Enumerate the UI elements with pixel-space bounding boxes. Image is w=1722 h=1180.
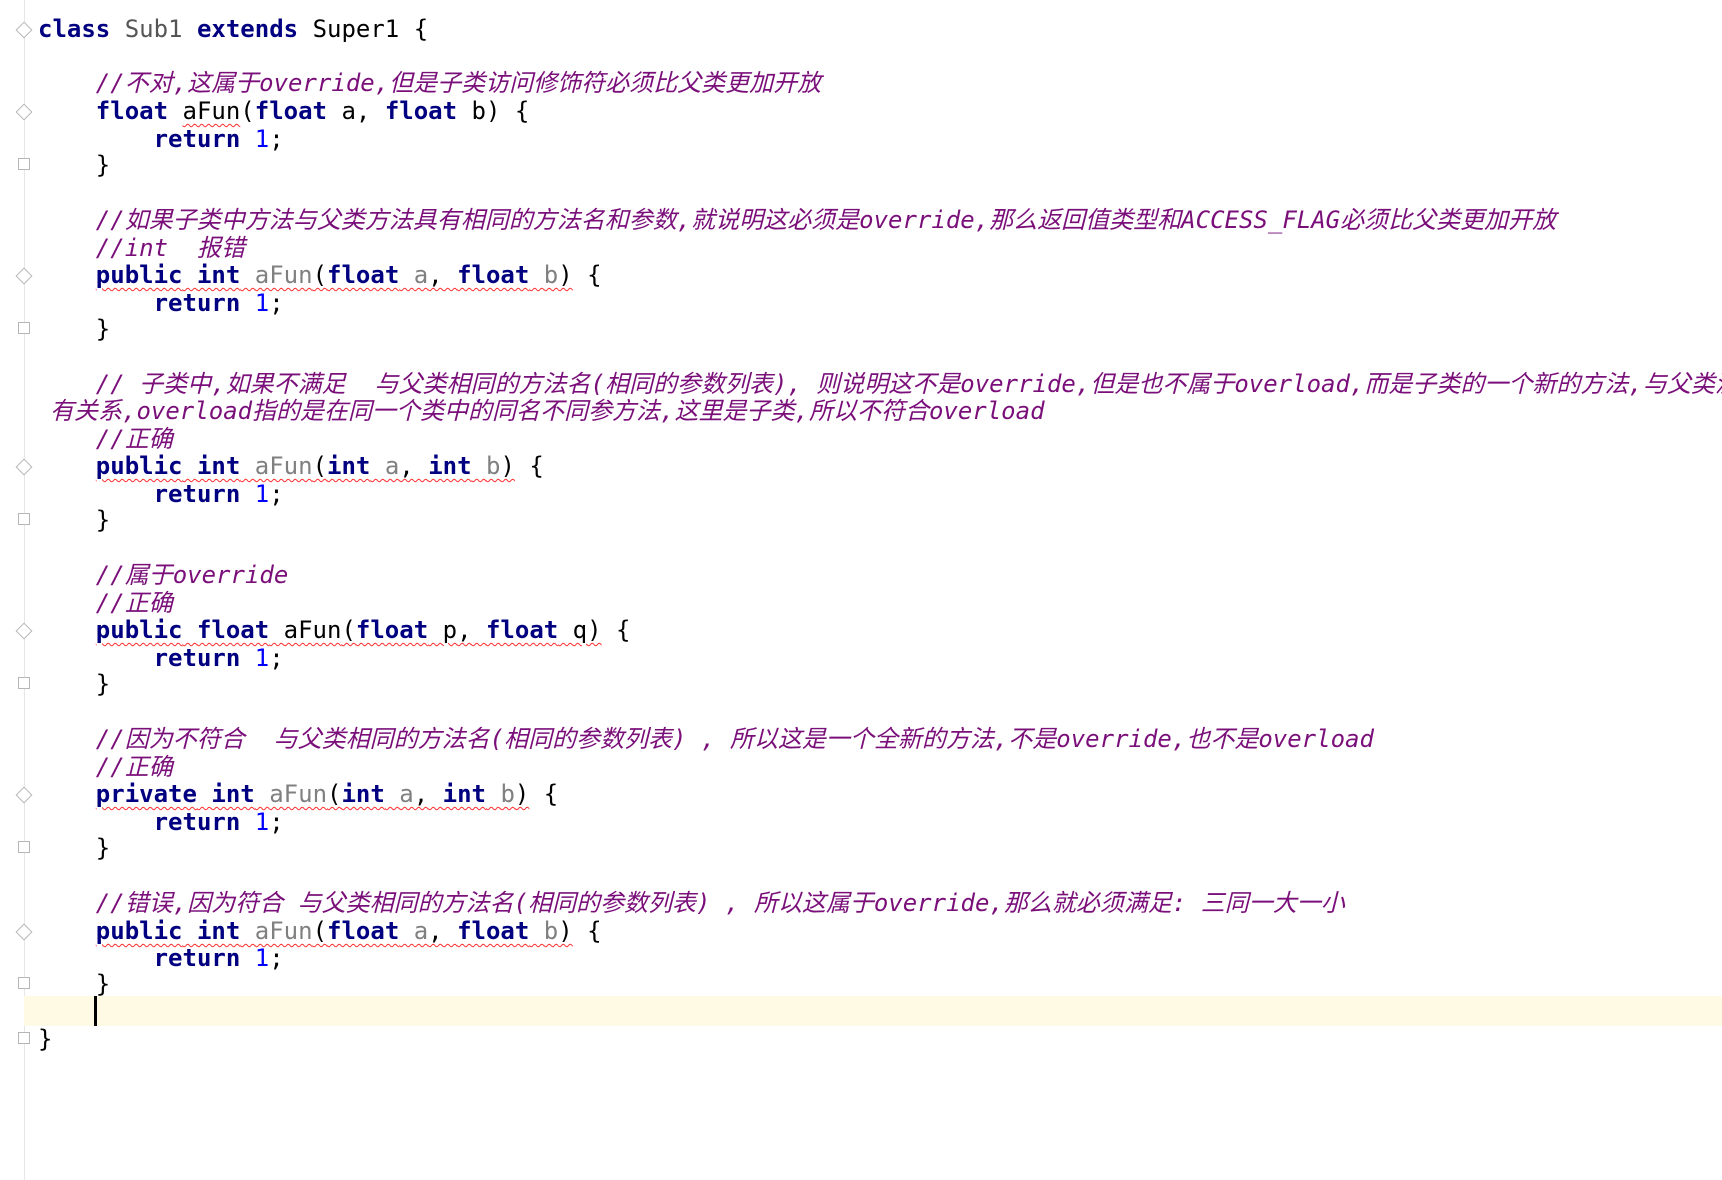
code-comment: //如果子类中方法与父类方法具有相同的方法名和参数,就说明这必须是overrid… [95, 206, 1557, 234]
code-line: } [95, 151, 111, 179]
code-comment: //因为不符合 与父类相同的方法名(相同的参数列表) , 所以这是一个全新的方法… [95, 725, 1374, 753]
text-caret [94, 996, 97, 1026]
code-comment: 有关系,overload指的是在同一个类中的同名不同参方法,这里是子类,所以不符… [50, 397, 1045, 425]
fold-end-icon[interactable] [18, 513, 30, 525]
code-line: class Sub1 extends Super1 { [38, 15, 429, 43]
fold-end-icon[interactable] [18, 677, 30, 689]
fold-end-icon[interactable] [18, 977, 30, 989]
code-line: public int aFun(int a, int b) { [95, 452, 544, 480]
code-line: public int aFun(float a, float b) { [95, 261, 602, 289]
code-line: private int aFun(int a, int b) { [95, 780, 559, 808]
code-line: } [95, 670, 111, 698]
code-comment: //不对,这属于override,但是子类访问修饰符必须比父类更加开放 [95, 69, 822, 97]
code-comment: //属于override [95, 561, 289, 589]
code-comment: //int 报错 [95, 234, 245, 262]
code-comment: // 子类中,如果不满足 与父类相同的方法名(相同的参数列表), 则说明这不是o… [95, 370, 1722, 398]
code-editor[interactable]: class Sub1 extends Super1 { //不对,这属于over… [0, 0, 1722, 1180]
code-line: } [95, 315, 111, 343]
fold-end-icon[interactable] [18, 322, 30, 334]
code-line: float aFun(float a, float b) { [95, 97, 530, 125]
code-line: } [95, 970, 111, 998]
code-comment: //错误,因为符合 与父类相同的方法名(相同的参数列表) , 所以这属于over… [95, 889, 1345, 917]
code-area[interactable]: class Sub1 extends Super1 { //不对,这属于over… [0, 0, 1722, 1180]
code-comment: //正确 [95, 753, 173, 781]
code-comment: //正确 [95, 425, 173, 453]
code-line: public float aFun(float p, float q) { [95, 616, 631, 644]
code-line: public int aFun(float a, float b) { [95, 917, 602, 945]
code-line: } [38, 1025, 53, 1053]
fold-end-icon[interactable] [18, 1032, 30, 1044]
code-comment: //正确 [95, 589, 173, 617]
code-line: } [95, 506, 111, 534]
code-line: } [95, 834, 111, 862]
fold-end-icon[interactable] [18, 158, 30, 170]
fold-end-icon[interactable] [18, 841, 30, 853]
